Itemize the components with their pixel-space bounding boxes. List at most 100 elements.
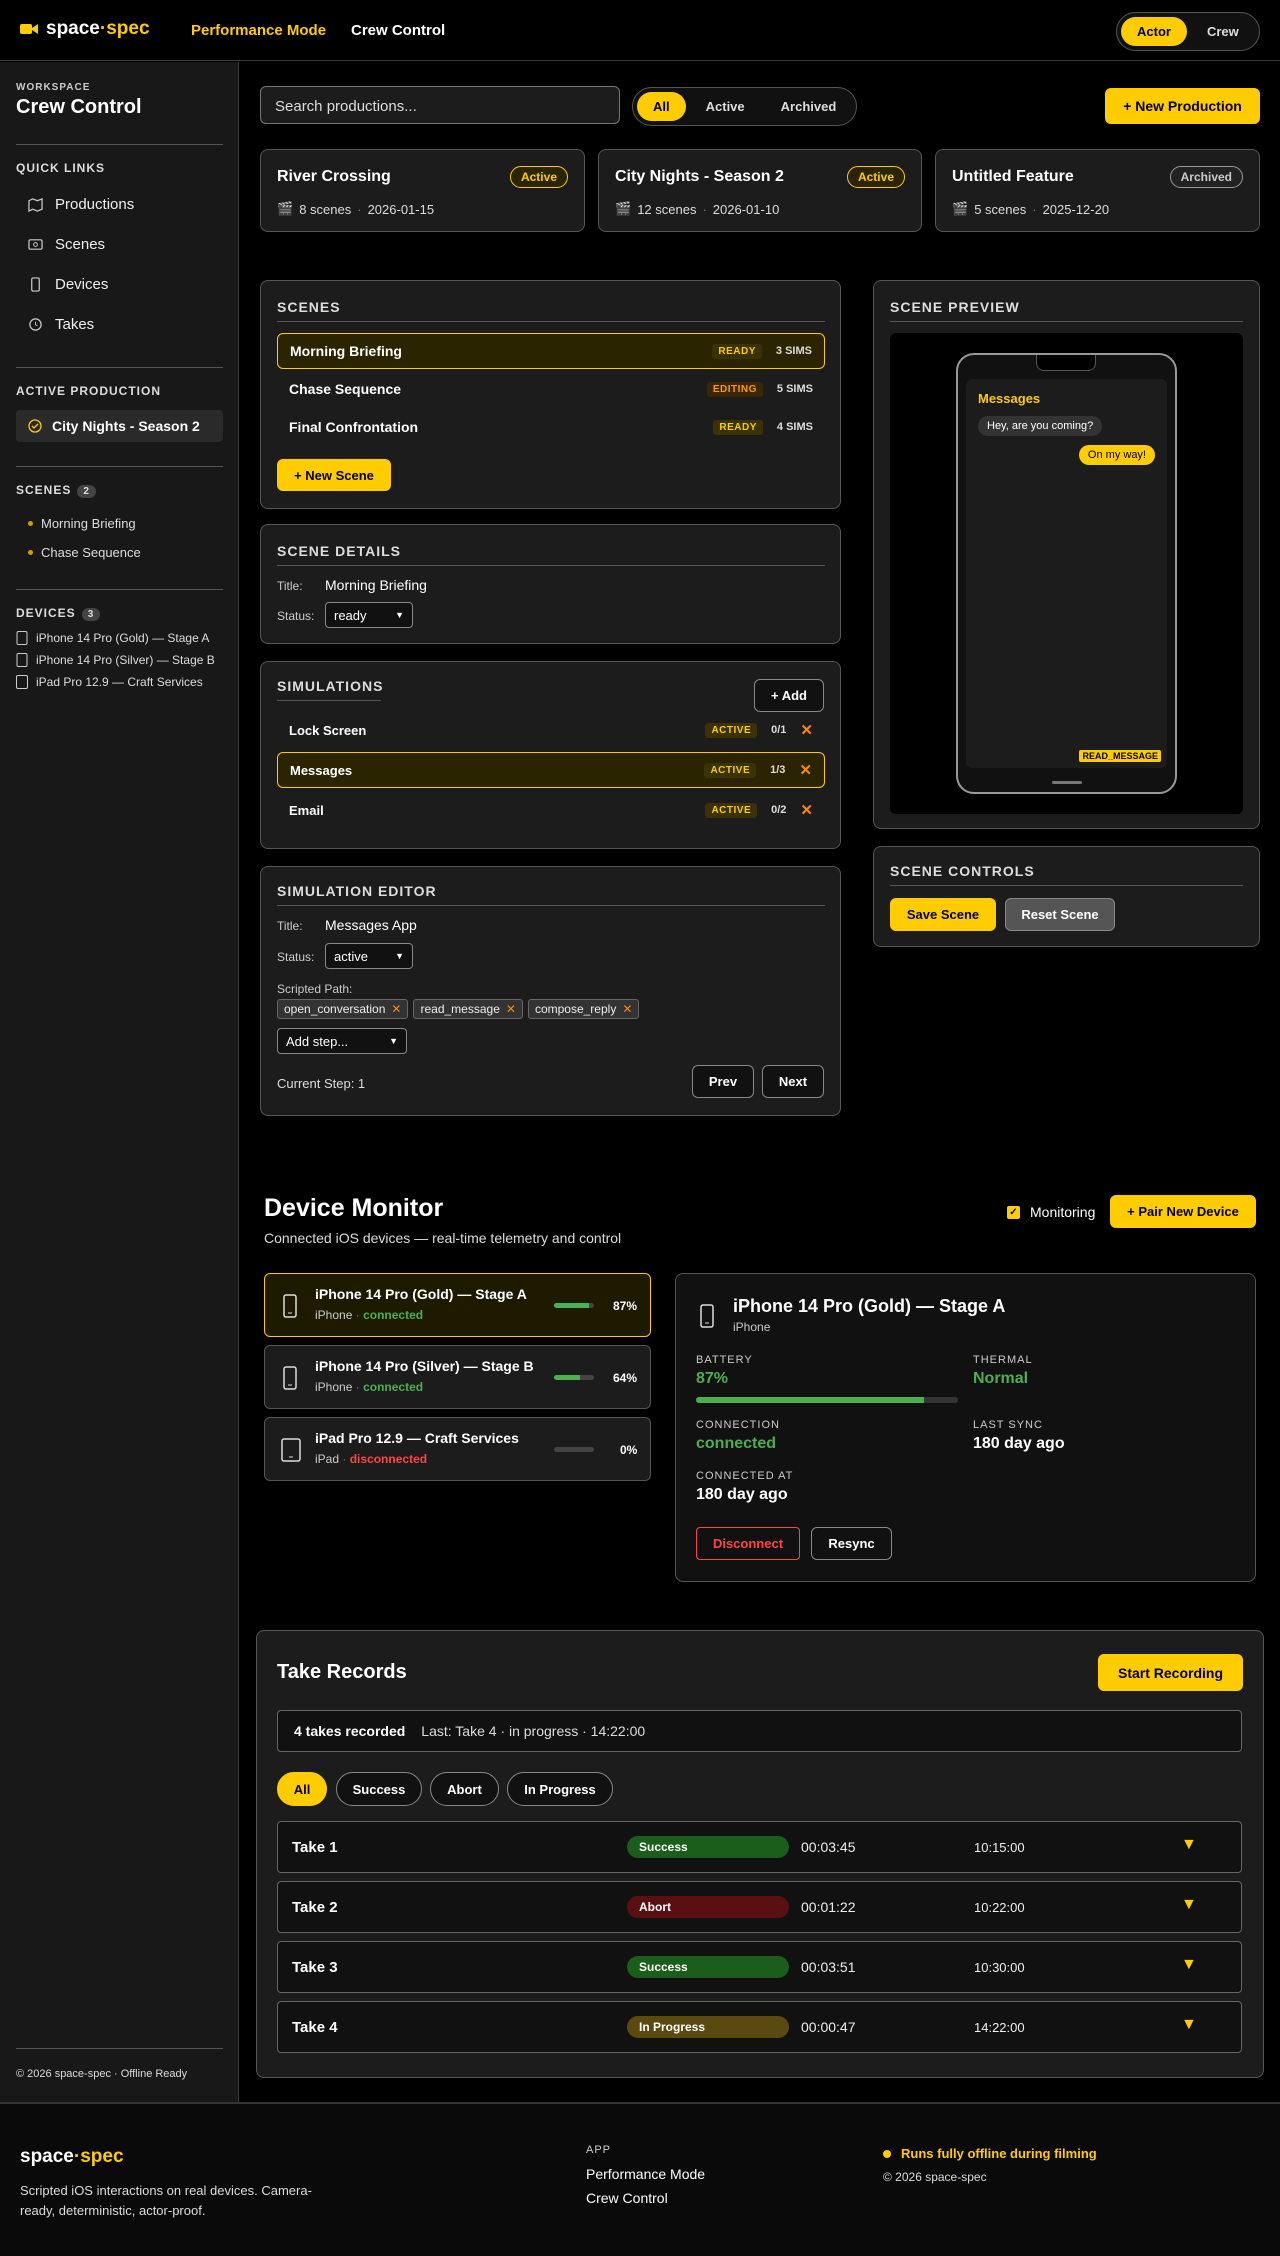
simulation-status-select[interactable]: active ▼ xyxy=(325,943,413,969)
active-production-name: City Nights - Season 2 xyxy=(52,418,200,434)
sidebar-device-item[interactable]: iPhone 14 Pro (Silver) — Stage B xyxy=(16,653,215,667)
footer-link-performance[interactable]: Performance Mode xyxy=(586,2166,705,2182)
production-card[interactable]: Untitled Feature Archived 🎬 5 scenes · 2025… xyxy=(935,149,1260,232)
quick-link-takes[interactable]: Takes xyxy=(28,316,94,333)
take-row[interactable]: Take 2 Abort 00:01:22 10:22:00 ▼ xyxy=(277,1881,1242,1933)
status-label: Status: xyxy=(277,950,315,964)
expand-chevron-icon[interactable]: ▼ xyxy=(1181,1896,1197,1914)
takes-summary: 4 takes recorded Last: Take 4 · in progr… xyxy=(277,1710,1242,1752)
role-toggle: Actor Crew xyxy=(1116,12,1260,51)
expand-chevron-icon[interactable]: ▼ xyxy=(1181,2016,1197,2034)
device-card[interactable]: iPhone 14 Pro (Silver) — Stage B iPhone … xyxy=(264,1345,651,1409)
device-card[interactable]: iPhone 14 Pro (Gold) — Stage A iPhone · … xyxy=(264,1273,651,1337)
simulation-name: Email xyxy=(289,802,324,818)
scene-row[interactable]: Final Confrontation READY 4 SIMS xyxy=(277,409,825,445)
footer-logo[interactable]: space·spec xyxy=(20,2146,124,2168)
take-status: Abort xyxy=(627,1896,789,1918)
add-simulation-button[interactable]: + Add xyxy=(754,679,824,712)
monitoring-label: Monitoring xyxy=(1030,1204,1096,1220)
add-step-select[interactable]: Add step... ▼ xyxy=(277,1028,407,1054)
simulation-row[interactable]: Messages ACTIVE 1/3 ✕ xyxy=(277,752,825,788)
new-scene-button[interactable]: + New Scene xyxy=(277,459,391,491)
active-production[interactable]: City Nights - Season 2 xyxy=(16,410,223,442)
sidebar-scene-item[interactable]: Morning Briefing xyxy=(28,516,136,531)
remove-icon[interactable]: ✕ xyxy=(391,1002,401,1016)
scene-status-tag: READY xyxy=(712,343,762,359)
simulation-row[interactable]: Lock Screen ACTIVE 0/1 ✕ xyxy=(277,712,825,748)
checkbox-icon[interactable]: ✓ xyxy=(1007,1205,1020,1219)
camera-icon xyxy=(20,24,38,34)
role-crew[interactable]: Crew xyxy=(1191,17,1255,46)
status-label: Status: xyxy=(277,609,315,623)
tablet-icon xyxy=(16,675,28,689)
quick-link-scenes[interactable]: Scenes xyxy=(28,236,105,253)
remove-icon[interactable]: ✕ xyxy=(622,1002,632,1016)
scene-title-field[interactable]: Morning Briefing xyxy=(325,577,427,593)
quick-link-label: Devices xyxy=(55,276,109,293)
nav-performance-mode[interactable]: Performance Mode xyxy=(191,22,326,39)
take-row[interactable]: Take 3 Success 00:03:51 10:30:00 ▼ xyxy=(277,1941,1242,1993)
chevron-down-icon: ▼ xyxy=(395,610,404,620)
simulation-row[interactable]: Email ACTIVE 0/2 ✕ xyxy=(277,792,825,828)
production-card[interactable]: City Nights - Season 2 Active 🎬 12 scenes… xyxy=(598,149,922,232)
expand-chevron-icon[interactable]: ▼ xyxy=(1181,1956,1197,1974)
filter-active[interactable]: Active xyxy=(690,92,761,121)
footer-link-crew[interactable]: Crew Control xyxy=(586,2190,668,2206)
production-card[interactable]: River Crossing Active 🎬 8 scenes · 2026-01-… xyxy=(260,149,585,232)
device-meta: iPad · disconnected xyxy=(315,1452,428,1466)
quick-link-productions[interactable]: Productions xyxy=(28,196,134,213)
brand-logo[interactable]: space·spec xyxy=(20,18,150,40)
reset-scene-button[interactable]: Reset Scene xyxy=(1005,898,1115,931)
remove-icon[interactable]: ✕ xyxy=(800,721,813,739)
sidebar-scene-item[interactable]: Chase Sequence xyxy=(28,545,141,560)
disconnect-button[interactable]: Disconnect xyxy=(696,1527,800,1560)
take-row[interactable]: Take 4 In Progress 00:00:47 14:22:00 ▼ xyxy=(277,2001,1242,2053)
remove-icon[interactable]: ✕ xyxy=(799,761,812,779)
take-filter-success[interactable]: Success xyxy=(336,1772,422,1806)
scene-status-select[interactable]: ready ▼ xyxy=(325,602,413,628)
sidebar-device-item[interactable]: iPad Pro 12.9 — Craft Services xyxy=(16,675,203,689)
phone-notch xyxy=(1036,355,1096,371)
remove-icon[interactable]: ✕ xyxy=(506,1002,516,1016)
take-row[interactable]: Take 1 Success 00:03:45 10:15:00 ▼ xyxy=(277,1821,1242,1873)
take-filter-all[interactable]: All xyxy=(277,1772,327,1806)
scene-count: 8 scenes xyxy=(299,201,352,217)
device-meta: iPhone · connected xyxy=(315,1380,424,1394)
save-scene-button[interactable]: Save Scene xyxy=(890,898,996,931)
detail-device-name: iPhone 14 Pro (Gold) — Stage A xyxy=(733,1296,1006,1316)
sidebar-device-label: iPhone 14 Pro (Silver) — Stage B xyxy=(36,653,215,667)
take-filter-in-progress[interactable]: In Progress xyxy=(507,1772,613,1806)
workspace-label: WORKSPACE xyxy=(16,82,91,93)
scene-controls-panel: SCENE CONTROLS Save Scene Reset Scene xyxy=(873,846,1260,947)
battery-bar xyxy=(554,1303,594,1308)
next-button[interactable]: Next xyxy=(762,1065,824,1098)
offline-status: Runs fully offline during filming xyxy=(883,2146,1097,2161)
prev-button[interactable]: Prev xyxy=(692,1065,754,1098)
remove-icon[interactable]: ✕ xyxy=(800,801,813,819)
scene-row[interactable]: Chase Sequence EDITING 5 SIMS xyxy=(277,371,825,407)
sidebar-device-item[interactable]: iPhone 14 Pro (Gold) — Stage A xyxy=(16,631,209,645)
new-production-button[interactable]: + New Production xyxy=(1105,88,1260,124)
sidebar-footer: © 2026 space-spec · Offline Ready xyxy=(16,2068,188,2080)
role-actor[interactable]: Actor xyxy=(1121,17,1187,46)
device-monitor-title: Device Monitor xyxy=(264,1194,444,1222)
pair-device-button[interactable]: + Pair New Device xyxy=(1110,1195,1256,1228)
simulation-title-field[interactable]: Messages App xyxy=(325,917,417,933)
device-card[interactable]: iPad Pro 12.9 — Craft Services iPad · di… xyxy=(264,1417,651,1481)
resync-button[interactable]: Resync xyxy=(811,1527,892,1560)
home-indicator xyxy=(1052,781,1082,784)
filter-archived[interactable]: Archived xyxy=(765,92,853,121)
quick-link-devices[interactable]: Devices xyxy=(28,276,108,293)
production-title: Untitled Feature xyxy=(952,168,1074,185)
scene-row[interactable]: Morning Briefing READY 3 SIMS xyxy=(277,333,825,369)
take-time: 10:15:00 xyxy=(974,1840,1025,1855)
expand-chevron-icon[interactable]: ▼ xyxy=(1181,1836,1197,1854)
monitoring-toggle[interactable]: ✓ Monitoring xyxy=(1007,1204,1095,1220)
take-filter-abort[interactable]: Abort xyxy=(430,1772,499,1806)
search-input[interactable]: Search productions... xyxy=(260,86,620,124)
filter-all[interactable]: All xyxy=(637,92,686,121)
nav-crew-control[interactable]: Crew Control xyxy=(351,22,445,39)
device-connection: connected xyxy=(363,1308,424,1322)
status-badge: Archived xyxy=(1169,166,1243,188)
start-recording-button[interactable]: Start Recording xyxy=(1098,1654,1243,1691)
